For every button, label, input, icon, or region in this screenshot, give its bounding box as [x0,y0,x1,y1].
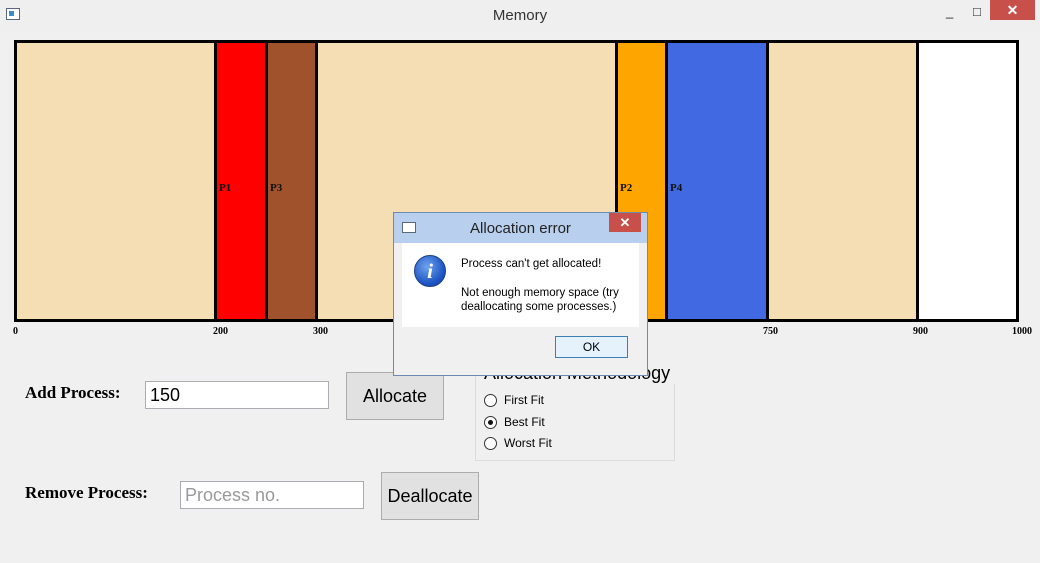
radio-label: First Fit [504,393,544,407]
close-button[interactable]: ✕ [990,0,1035,20]
tick-label: 0 [13,326,18,337]
tick-label: 1000 [1012,326,1032,337]
dialog-message: Process can't get allocated! [461,258,602,270]
memory-block-label: P2 [620,182,633,194]
tick-label: 900 [913,326,928,337]
add-process-label: Add Process: [25,383,121,402]
minimize-button[interactable]: _ [946,4,953,19]
radio-label: Best Fit [504,415,545,429]
dialog-titlebar: Allocation error ✕ [394,213,647,243]
allocate-button[interactable]: Allocate [346,372,444,420]
window-title: Memory [492,7,548,24]
deallocate-button[interactable]: Deallocate [381,472,479,520]
memory-block-free [916,40,1019,322]
memory-block-free [14,40,217,322]
radio-indicator[interactable] [484,437,497,450]
dialog-body: i Process can't get allocated! Not enoug… [402,243,639,327]
add-process-input[interactable] [145,381,329,409]
window-titlebar: Memory _ □ ✕ [0,0,1040,32]
ok-button[interactable]: OK [555,336,628,358]
allocation-error-dialog: Allocation error ✕ i Process can't get a… [393,212,648,376]
dialog-close-button[interactable]: ✕ [609,213,641,232]
remove-process-input[interactable] [180,481,364,509]
maximize-button[interactable]: □ [973,4,981,19]
tick-label: 750 [763,326,778,337]
memory-block-label: P1 [219,182,232,194]
radio-best-fit[interactable]: Best Fit [484,415,604,431]
memory-block-label: P4 [670,182,683,194]
memory-block-free [766,40,919,322]
tick-label: 200 [213,326,228,337]
radio-first-fit[interactable]: First Fit [484,393,604,409]
radio-indicator[interactable] [484,394,497,407]
radio-worst-fit[interactable]: Worst Fit [484,436,604,452]
dialog-message: Not enough memory space (try [461,287,619,299]
memory-block-p3: P3 [265,40,318,322]
radio-label: Worst Fit [504,436,552,450]
memory-block-label: P3 [270,182,283,194]
tick-label: 300 [313,326,328,337]
info-icon: i [414,255,446,287]
memory-block-p4: P4 [665,40,769,322]
remove-process-label: Remove Process: [25,483,148,502]
radio-indicator[interactable] [484,416,497,429]
dialog-message: deallocating some processes.) [461,301,617,313]
memory-block-p1: P1 [214,40,268,322]
